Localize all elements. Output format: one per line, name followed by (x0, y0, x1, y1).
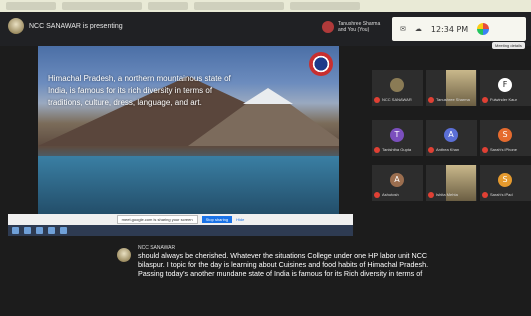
system-tray: ✉ ☁ 12:34 PM (392, 17, 526, 41)
stop-sharing-button[interactable]: Stop sharing (201, 216, 233, 223)
start-icon[interactable] (12, 227, 19, 234)
mic-muted-icon (428, 147, 434, 153)
participant-avatar: A (444, 128, 458, 142)
ncc-logo (309, 52, 333, 76)
mic-muted-icon (374, 97, 380, 103)
participant-avatar (390, 78, 404, 92)
presenter-avatar (8, 18, 24, 34)
mic-muted-icon (482, 147, 488, 153)
network-icon[interactable]: ✉ (400, 25, 406, 33)
participant-name: Sarah's iPhone (490, 147, 518, 152)
participant-name: Ishita Mehta (436, 192, 458, 197)
viewer-name: Tanushree Sharma and You (You) (338, 21, 381, 33)
presenter-indicator: NCC SANAWAR is presenting (8, 18, 123, 34)
participant-avatar: T (390, 128, 404, 142)
browser-tab[interactable] (6, 2, 56, 10)
slide-text: Himachal Pradesh, a northern mountainous… (48, 74, 231, 107)
participant-tile[interactable]: S Sarah's iPhone (480, 120, 531, 156)
app-icon[interactable] (36, 227, 43, 234)
participant-tile[interactable]: A Anthea Khan (426, 120, 477, 156)
participant-tile[interactable]: F Fulwinder Kaur (480, 70, 531, 106)
participant-name: Tanushree Sharma (436, 97, 470, 102)
participant-tile[interactable]: NCC SANAWAR (372, 70, 423, 106)
viewer-chip[interactable]: Tanushree Sharma and You (You) (322, 21, 388, 33)
browser-tab[interactable] (194, 2, 284, 10)
viewer-avatar (322, 21, 334, 33)
share-notice: meet.google.com is sharing your screen (116, 215, 198, 224)
caption-speaker-avatar (117, 248, 131, 262)
shared-slide: Himachal Pradesh, a northern mountainous… (38, 46, 339, 214)
participant-avatar: S (498, 128, 512, 142)
app-icon[interactable] (48, 227, 55, 234)
participant-tile[interactable]: Ishita Mehta (426, 165, 477, 201)
participant-name: Sarah's iPad (490, 192, 513, 197)
cloud-icon[interactable]: ☁ (415, 25, 422, 33)
snow-peak (243, 88, 293, 104)
caption-text: should always be cherished. Whatever the… (138, 251, 429, 278)
participant-tile[interactable]: S Sarah's iPad (480, 165, 531, 201)
app-icon[interactable] (60, 227, 67, 234)
participant-tile[interactable]: T Tanishtha Gupta (372, 120, 423, 156)
participant-name: Tanishtha Gupta (382, 147, 412, 152)
color-wheel-icon[interactable] (477, 23, 490, 35)
browser-tab-strip (0, 0, 531, 12)
browser-tab[interactable] (290, 2, 360, 10)
mic-muted-icon (482, 97, 488, 103)
browser-tab[interactable] (148, 2, 188, 10)
clock: 12:34 PM (430, 24, 469, 34)
browser-tab[interactable] (62, 2, 142, 10)
hide-button[interactable]: Hide (236, 217, 244, 222)
screen-share-bar: meet.google.com is sharing your screen S… (8, 214, 353, 225)
participant-avatar: S (498, 173, 512, 187)
participant-name: NCC SANAWAR (382, 97, 412, 102)
mic-muted-icon (374, 192, 380, 198)
taskbar (8, 225, 353, 236)
participant-avatar: A (390, 173, 404, 187)
mic-muted-icon (428, 192, 434, 198)
participant-avatar: F (498, 78, 512, 92)
app-icon[interactable] (24, 227, 31, 234)
presenting-label: NCC SANAWAR is presenting (29, 22, 123, 30)
participant-name: Ashutosh (382, 192, 399, 197)
mic-muted-icon (482, 192, 488, 198)
participant-tile[interactable]: A Ashutosh (372, 165, 423, 201)
mic-muted-icon (428, 97, 434, 103)
participant-name: Anthea Khan (436, 147, 460, 152)
captions-area: NCC SANAWAR should always be cherished. … (0, 236, 531, 316)
lake (38, 156, 339, 214)
meeting-details-badge[interactable]: Meeting details (492, 42, 525, 49)
participant-tile[interactable]: Tanushree Sharma (426, 70, 477, 106)
participant-name: Fulwinder Kaur (490, 97, 517, 102)
mic-muted-icon (374, 147, 380, 153)
